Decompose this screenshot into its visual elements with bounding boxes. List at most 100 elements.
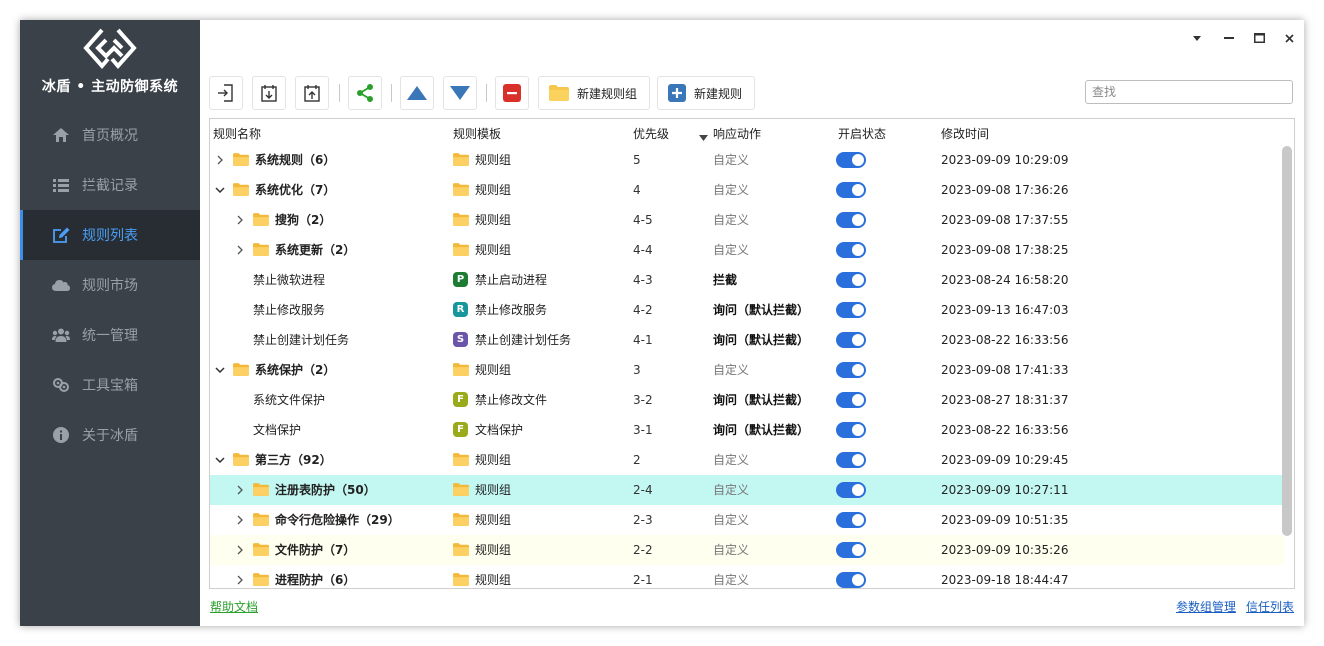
expand-right-icon[interactable] <box>234 565 246 588</box>
table-body: 系统规则（6） 规则组 5 自定义 2023-09-09 10:29:09 系统优化（7）… <box>210 145 1284 588</box>
import-button[interactable] <box>209 76 243 110</box>
sidebar-item-5[interactable]: 工具宝箱 <box>20 360 200 410</box>
move-up-button[interactable] <box>400 76 434 110</box>
sidebar-item-6[interactable]: 关于冰盾 <box>20 410 200 460</box>
sidebar-item-4[interactable]: 统一管理 <box>20 310 200 360</box>
table-row[interactable]: 搜狗（2） 规则组 4-5 自定义 2023-09-08 17:37:55 <box>210 205 1284 235</box>
help-docs-link[interactable]: 帮助文档 <box>210 598 258 615</box>
table-row[interactable]: 进程防护（6） 规则组 2-1 自定义 2023-09-18 18:44:47 <box>210 565 1284 588</box>
delete-button[interactable] <box>495 76 529 110</box>
enabled-toggle[interactable] <box>836 512 866 528</box>
app-logo-icon <box>83 28 137 70</box>
enabled-toggle[interactable] <box>836 332 866 348</box>
trust-list-link[interactable]: 信任列表 <box>1246 598 1294 615</box>
table-row[interactable]: 命令行危险操作（29） 规则组 2-3 自定义 2023-09-09 10:51:35 <box>210 505 1284 535</box>
expand-right-icon[interactable] <box>234 535 246 565</box>
rule-template: 规则组 <box>475 243 512 257</box>
sidebar-item-label: 首页概况 <box>82 128 138 144</box>
enabled-toggle[interactable] <box>836 422 866 438</box>
minimize-button[interactable] <box>1218 30 1240 46</box>
table-row[interactable]: 系统规则（6） 规则组 5 自定义 2023-09-09 10:29:09 <box>210 145 1284 175</box>
table-row[interactable]: 禁止修改服务 R 禁止修改服务 4-2 询问（默认拦截） 2023-09-13 16:47… <box>210 295 1284 325</box>
move-down-button[interactable] <box>443 76 477 110</box>
rule-name: 文档保护 <box>253 423 302 437</box>
header-name[interactable]: 规则名称 <box>213 125 261 142</box>
header-action[interactable]: 响应动作 <box>713 125 761 142</box>
modified-time: 2023-09-09 10:29:09 <box>941 153 1069 167</box>
enabled-toggle[interactable] <box>836 272 866 288</box>
expand-right-icon[interactable] <box>234 505 246 535</box>
rule-template: 禁止修改服务 <box>475 303 548 317</box>
enabled-toggle[interactable] <box>836 572 866 588</box>
table-row[interactable]: 系统保护（2） 规则组 3 自定义 2023-09-08 17:41:33 <box>210 355 1284 385</box>
remove-icon <box>503 84 521 102</box>
header-template[interactable]: 规则模板 <box>453 125 501 142</box>
maximize-button[interactable] <box>1248 30 1270 46</box>
rule-priority: 3-2 <box>633 393 653 407</box>
enabled-toggle[interactable] <box>836 212 866 228</box>
modified-time: 2023-09-13 16:47:03 <box>941 303 1069 317</box>
export-down-button[interactable] <box>252 76 286 110</box>
enabled-toggle[interactable] <box>836 182 866 198</box>
rule-template: 文档保护 <box>475 423 524 437</box>
enabled-toggle[interactable] <box>836 392 866 408</box>
enabled-toggle[interactable] <box>836 542 866 558</box>
enabled-toggle[interactable] <box>836 302 866 318</box>
folder-icon <box>453 543 469 556</box>
expand-right-icon[interactable] <box>234 235 246 265</box>
header-status[interactable]: 开启状态 <box>838 125 886 142</box>
new-group-button[interactable]: 新建规则组 <box>538 76 651 110</box>
home-icon <box>52 126 70 144</box>
expand-down-icon[interactable] <box>214 445 226 475</box>
expand-right-icon[interactable] <box>234 205 246 235</box>
expand-down-icon[interactable] <box>214 175 226 205</box>
new-rule-button[interactable]: 新建规则 <box>657 76 756 110</box>
table-row[interactable]: 系统更新（2） 规则组 4-4 自定义 2023-09-08 17:38:25 <box>210 235 1284 265</box>
header-priority[interactable]: 优先级 <box>633 125 669 142</box>
rule-name: 禁止微软进程 <box>253 273 326 287</box>
table-row[interactable]: 文件防护（7） 规则组 2-2 自定义 2023-09-09 10:35:26 <box>210 535 1284 565</box>
sort-desc-icon <box>699 130 708 144</box>
expand-down-icon[interactable] <box>214 355 226 385</box>
param-group-link[interactable]: 参数组管理 <box>1176 598 1236 615</box>
sidebar-item-2[interactable]: 规则列表 <box>20 210 200 260</box>
template-type-icon: S <box>453 332 468 347</box>
table-row[interactable]: 文档保护 F 文档保护 3-1 询问（默认拦截） 2023-08-22 16:33:56 <box>210 415 1284 445</box>
table-row[interactable]: 第三方（92） 规则组 2 自定义 2023-09-09 10:29:45 <box>210 445 1284 475</box>
enabled-toggle[interactable] <box>836 152 866 168</box>
close-button[interactable] <box>1278 30 1300 46</box>
expand-right-icon[interactable] <box>214 145 226 175</box>
enabled-toggle[interactable] <box>836 242 866 258</box>
expand-right-icon[interactable] <box>234 475 246 505</box>
modified-time: 2023-09-09 10:35:26 <box>941 543 1069 557</box>
table-row[interactable]: 禁止创建计划任务 S 禁止创建计划任务 4-1 询问（默认拦截） 2023-08-22 1… <box>210 325 1284 355</box>
vertical-scrollbar[interactable] <box>1282 146 1292 536</box>
rule-name: 命令行危险操作（29） <box>275 513 400 527</box>
search-input[interactable] <box>1085 80 1293 104</box>
rule-priority: 2 <box>633 453 641 467</box>
enabled-toggle[interactable] <box>836 482 866 498</box>
enabled-toggle[interactable] <box>836 452 866 468</box>
table-row[interactable]: 系统文件保护 F 禁止修改文件 3-2 询问（默认拦截） 2023-08-27 18:31… <box>210 385 1284 415</box>
arrow-up-icon <box>407 86 427 100</box>
sidebar-item-0[interactable]: 首页概况 <box>20 110 200 160</box>
sidebar-item-1[interactable]: 拦截记录 <box>20 160 200 210</box>
rule-template: 规则组 <box>475 363 512 377</box>
rule-priority: 5 <box>633 153 641 167</box>
export-up-button[interactable] <box>295 76 329 110</box>
sidebar-item-3[interactable]: 规则市场 <box>20 260 200 310</box>
table-row[interactable]: 系统优化（7） 规则组 4 自定义 2023-09-08 17:36:26 <box>210 175 1284 205</box>
enabled-toggle[interactable] <box>836 362 866 378</box>
share-button[interactable] <box>348 76 382 110</box>
folder-icon <box>549 85 569 101</box>
modified-time: 2023-09-09 10:51:35 <box>941 513 1069 527</box>
rule-action: 自定义 <box>713 183 750 197</box>
menu-dropdown-icon[interactable] <box>1186 30 1208 46</box>
header-time[interactable]: 修改时间 <box>941 125 989 142</box>
cloud-icon <box>52 276 70 294</box>
app-title: 冰盾 • 主动防御系统 <box>41 79 179 95</box>
modified-time: 2023-09-09 10:27:11 <box>941 483 1069 497</box>
table-row[interactable]: 注册表防护（50） 规则组 2-4 自定义 2023-09-09 10:27:11 <box>210 475 1284 505</box>
modified-time: 2023-09-08 17:38:25 <box>941 243 1069 257</box>
table-row[interactable]: 禁止微软进程 P 禁止启动进程 4-3 拦截 2023-08-24 16:58:20 <box>210 265 1284 295</box>
